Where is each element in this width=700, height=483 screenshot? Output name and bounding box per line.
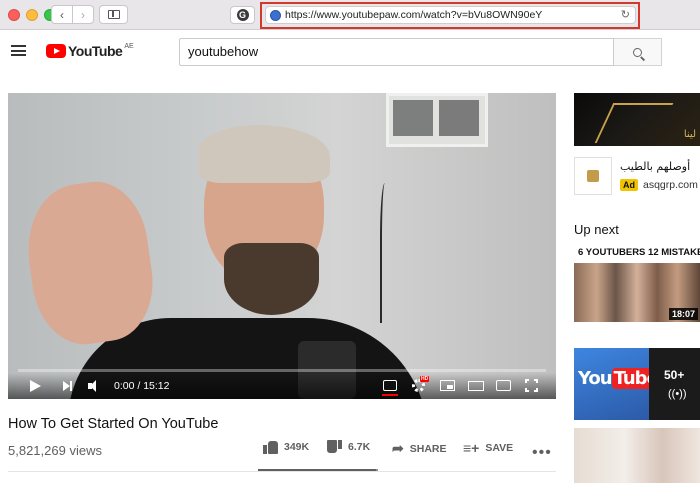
video-player[interactable]: 0:00 / 15:12 HD bbox=[8, 93, 556, 399]
chevron-right-icon: › bbox=[81, 7, 85, 22]
broadcast-icon: ((•)) bbox=[668, 388, 687, 400]
url-text[interactable]: https://www.youtubepaw.com/watch?v=bVu8O… bbox=[285, 9, 542, 21]
share-icon: ➦ bbox=[392, 440, 404, 456]
dislike-count: 6.7K bbox=[348, 441, 371, 453]
globe-icon bbox=[270, 10, 281, 21]
video-title: How To Get Started On YouTube bbox=[8, 416, 219, 432]
youtube-logo[interactable]: YouTube AE bbox=[46, 43, 134, 59]
chevron-left-icon: ‹ bbox=[60, 7, 64, 22]
miniplayer-icon[interactable] bbox=[440, 380, 455, 391]
logo-text: YouTube bbox=[68, 43, 123, 59]
thumbs-up-icon bbox=[263, 440, 278, 454]
ad-banner-image[interactable]: لينا bbox=[574, 93, 700, 146]
dislike-button[interactable]: 6.7K bbox=[327, 440, 370, 454]
video-duration: 18:07 bbox=[668, 308, 698, 320]
next-icon[interactable] bbox=[63, 381, 73, 391]
youtube-header: YouTube AE youtubehow bbox=[0, 31, 700, 71]
progress-bar[interactable] bbox=[18, 369, 546, 372]
browser-toolbar: ‹ › G https://www.youtubepaw.com/watch?v… bbox=[0, 0, 700, 30]
play-icon[interactable] bbox=[30, 380, 41, 392]
volume-icon[interactable] bbox=[88, 380, 102, 392]
youtube-play-icon bbox=[46, 44, 66, 58]
like-count: 349K bbox=[284, 441, 310, 453]
menu-icon[interactable] bbox=[11, 45, 26, 56]
like-button[interactable]: 349K bbox=[263, 440, 309, 454]
forward-button[interactable]: › bbox=[72, 5, 94, 24]
view-count: 5,821,269 views bbox=[8, 443, 102, 458]
share-button[interactable]: ➦ SHARE bbox=[392, 440, 447, 457]
search-button[interactable] bbox=[614, 38, 662, 66]
save-button[interactable]: ≡+ SAVE bbox=[463, 440, 513, 456]
up-next-thumbnail[interactable]: 6 YOUTUBERS 12 MISTAKES 18:07 bbox=[574, 247, 700, 322]
ad-domain[interactable]: asqgrp.com bbox=[643, 179, 698, 191]
thumbnail-youtube-logo-text: You Tube bbox=[578, 368, 660, 389]
player-controls: 0:00 / 15:12 HD bbox=[8, 373, 556, 399]
thumbnail-title: 6 YOUTUBERS 12 MISTAKES bbox=[578, 247, 700, 258]
region-code: AE bbox=[124, 42, 134, 50]
advertiser-logo[interactable] bbox=[574, 157, 612, 195]
ad-badge: Ad bbox=[620, 179, 638, 191]
playlist-add-icon: ≡+ bbox=[463, 440, 480, 456]
search-icon bbox=[633, 47, 642, 57]
grammarly-icon: G bbox=[236, 9, 249, 21]
save-label: SAVE bbox=[485, 442, 514, 454]
grammarly-extension-button[interactable]: G bbox=[230, 6, 255, 24]
address-bar[interactable]: https://www.youtubepaw.com/watch?v=bVu8O… bbox=[265, 6, 636, 24]
thumbnail-number: 50+ bbox=[664, 368, 685, 382]
fullscreen-icon[interactable] bbox=[525, 379, 538, 392]
sidebar-toggle-button[interactable] bbox=[99, 5, 128, 24]
thumbs-down-icon bbox=[327, 440, 342, 454]
sidebar-icon bbox=[108, 10, 120, 19]
back-button[interactable]: ‹ bbox=[51, 5, 73, 24]
hd-badge: HD bbox=[420, 376, 430, 382]
search-input[interactable]: youtubehow bbox=[179, 38, 614, 66]
theater-mode-icon[interactable] bbox=[468, 381, 484, 391]
more-actions-icon[interactable]: ••• bbox=[532, 444, 552, 462]
reload-icon[interactable]: ↻ bbox=[621, 8, 630, 21]
minimize-window-button[interactable] bbox=[26, 9, 38, 21]
ad-title[interactable]: أوصلهم بالطيب bbox=[620, 160, 690, 173]
related-video-thumbnail[interactable]: You Tube 50+ ((•)) bbox=[574, 348, 700, 420]
related-video-thumbnail[interactable] bbox=[574, 428, 700, 483]
close-window-button[interactable] bbox=[8, 9, 20, 21]
cast-icon[interactable] bbox=[496, 380, 511, 391]
share-label: SHARE bbox=[409, 442, 447, 455]
up-next-heading: Up next bbox=[574, 222, 619, 237]
video-background-window bbox=[386, 93, 488, 147]
captions-icon[interactable] bbox=[383, 380, 397, 391]
ad-banner-text: لينا bbox=[683, 129, 696, 140]
time-display: 0:00 / 15:12 bbox=[114, 380, 170, 392]
divider bbox=[8, 471, 556, 472]
